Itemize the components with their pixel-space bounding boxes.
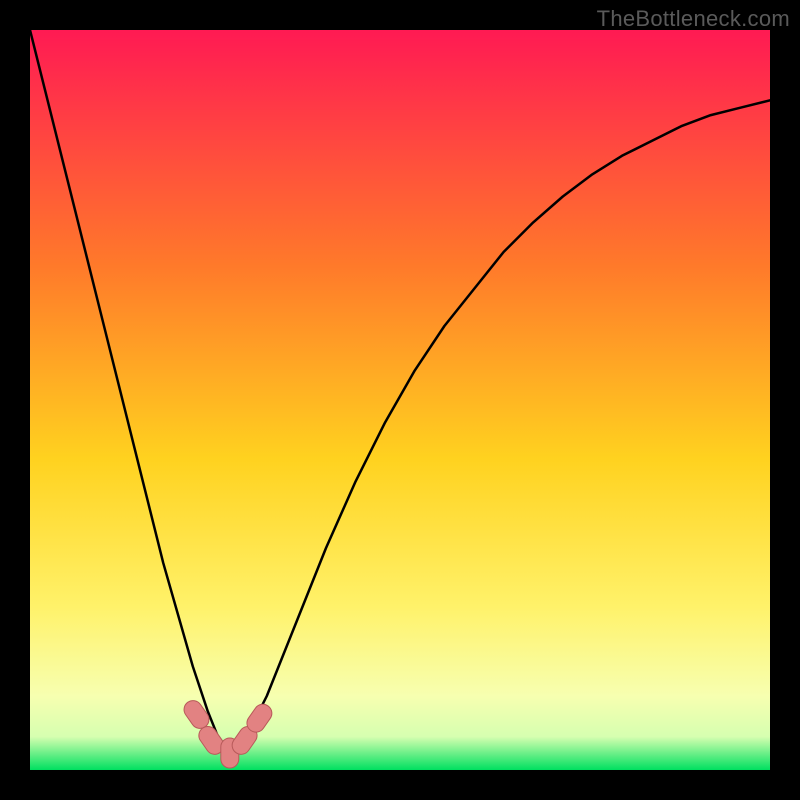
chart-frame: TheBottleneck.com <box>0 0 800 800</box>
plot-area <box>30 30 770 770</box>
bottleneck-chart <box>30 30 770 770</box>
gradient-background <box>30 30 770 770</box>
watermark-text: TheBottleneck.com <box>597 6 790 32</box>
